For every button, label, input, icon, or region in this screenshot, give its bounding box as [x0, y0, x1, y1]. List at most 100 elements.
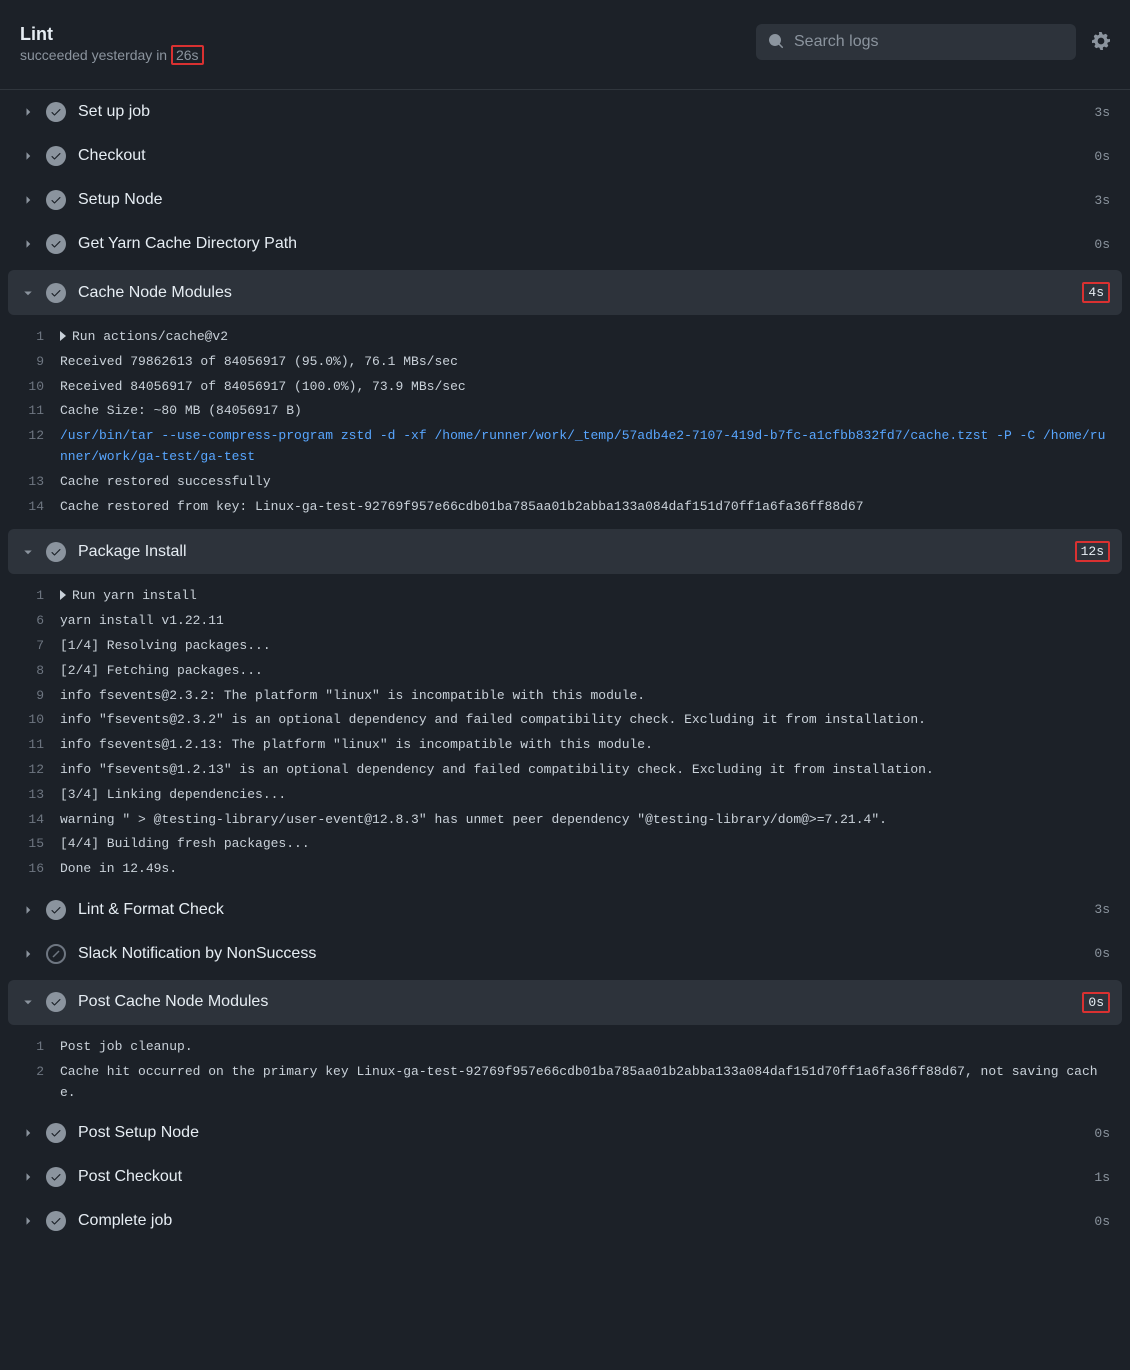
- step-duration: 3s: [1094, 193, 1110, 208]
- log-line-text: Run yarn install: [60, 586, 1130, 607]
- log-line-text: [4/4] Building fresh packages...: [60, 834, 1130, 855]
- chevron-right-icon: [20, 1213, 36, 1229]
- expand-arrow-icon[interactable]: [60, 590, 66, 600]
- log-line-text: Post job cleanup.: [60, 1037, 1130, 1058]
- check-icon: [46, 283, 66, 303]
- log-line: 11info fsevents@1.2.13: The platform "li…: [0, 733, 1130, 758]
- log-line-text: info fsevents@1.2.13: The platform "linu…: [60, 735, 1130, 756]
- log-line-text: warning " > @testing-library/user-event@…: [60, 810, 1130, 831]
- step-header[interactable]: Post Checkout1s: [0, 1155, 1130, 1199]
- log-line: 1Run actions/cache@v2: [0, 325, 1130, 350]
- step-header[interactable]: Lint & Format Check3s: [0, 888, 1130, 932]
- log-line: 1Post job cleanup.: [0, 1035, 1130, 1060]
- check-icon: [46, 900, 66, 920]
- log-line-number: 14: [0, 497, 60, 518]
- log-line-text: info "fsevents@1.2.13" is an optional de…: [60, 760, 1130, 781]
- step-header[interactable]: Cache Node Modules4s: [8, 270, 1122, 315]
- log-line-text: Received 84056917 of 84056917 (100.0%), …: [60, 377, 1130, 398]
- step-title: Post Cache Node Modules: [78, 993, 1082, 1011]
- check-icon: [46, 542, 66, 562]
- job-total-duration: 26s: [171, 45, 204, 65]
- step-row: Get Yarn Cache Directory Path0s: [0, 222, 1130, 266]
- step-header[interactable]: Package Install12s: [8, 529, 1122, 574]
- step-title: Set up job: [78, 103, 1094, 121]
- gear-icon: [1092, 32, 1110, 50]
- log-line-number: 1: [0, 327, 60, 348]
- step-row: Post Checkout1s: [0, 1155, 1130, 1199]
- check-icon: [46, 1211, 66, 1231]
- skipped-icon: [46, 944, 66, 964]
- step-header[interactable]: Slack Notification by NonSuccess0s: [0, 932, 1130, 976]
- settings-button[interactable]: [1092, 32, 1110, 53]
- job-status-line: succeeded yesterday in 26s: [20, 47, 204, 63]
- step-row: Checkout0s: [0, 134, 1130, 178]
- log-line-number: 10: [0, 710, 60, 731]
- chevron-down-icon: [20, 544, 36, 560]
- chevron-right-icon: [20, 1169, 36, 1185]
- search-logs[interactable]: [756, 24, 1076, 60]
- step-log: 1Post job cleanup.2Cache hit occurred on…: [0, 1029, 1130, 1111]
- step-row: Complete job0s: [0, 1199, 1130, 1243]
- chevron-right-icon: [20, 192, 36, 208]
- chevron-down-icon: [20, 994, 36, 1010]
- step-header[interactable]: Set up job3s: [0, 90, 1130, 134]
- expand-arrow-icon[interactable]: [60, 331, 66, 341]
- log-line: 16Done in 12.49s.: [0, 857, 1130, 882]
- log-line: 10Received 84056917 of 84056917 (100.0%)…: [0, 375, 1130, 400]
- step-duration: 1s: [1094, 1170, 1110, 1185]
- step-row: Lint & Format Check3s: [0, 888, 1130, 932]
- log-line: 14warning " > @testing-library/user-even…: [0, 808, 1130, 833]
- log-line-text: [1/4] Resolving packages...: [60, 636, 1130, 657]
- step-title: Slack Notification by NonSuccess: [78, 945, 1094, 963]
- log-line-number: 12: [0, 426, 60, 468]
- log-line-text: Done in 12.49s.: [60, 859, 1130, 880]
- step-header[interactable]: Post Setup Node0s: [0, 1111, 1130, 1155]
- step-header[interactable]: Get Yarn Cache Directory Path0s: [0, 222, 1130, 266]
- step-header[interactable]: Checkout0s: [0, 134, 1130, 178]
- step-title: Cache Node Modules: [78, 284, 1082, 302]
- chevron-right-icon: [20, 902, 36, 918]
- log-line-text: Received 79862613 of 84056917 (95.0%), 7…: [60, 352, 1130, 373]
- step-title: Post Setup Node: [78, 1124, 1094, 1142]
- step-duration: 3s: [1094, 105, 1110, 120]
- step-row: Package Install12s1Run yarn install6yarn…: [0, 529, 1130, 888]
- header-right: [756, 24, 1110, 60]
- step-header[interactable]: Setup Node3s: [0, 178, 1130, 222]
- log-line-number: 6: [0, 611, 60, 632]
- job-title: Lint: [20, 24, 204, 45]
- step-log: 1Run yarn install6yarn install v1.22.117…: [0, 578, 1130, 888]
- job-status-text: succeeded yesterday in: [20, 47, 167, 63]
- step-title: Setup Node: [78, 191, 1094, 209]
- log-line: 9Received 79862613 of 84056917 (95.0%), …: [0, 350, 1130, 375]
- log-line: 12info "fsevents@1.2.13" is an optional …: [0, 758, 1130, 783]
- search-icon: [768, 33, 794, 52]
- log-line: 6yarn install v1.22.11: [0, 609, 1130, 634]
- log-line-number: 9: [0, 686, 60, 707]
- step-row: Slack Notification by NonSuccess0s: [0, 932, 1130, 976]
- log-line-number: 13: [0, 785, 60, 806]
- search-input[interactable]: [794, 33, 1064, 51]
- log-line-text: info fsevents@2.3.2: The platform "linux…: [60, 686, 1130, 707]
- step-duration: 12s: [1075, 541, 1110, 562]
- log-line-number: 14: [0, 810, 60, 831]
- log-line-number: 7: [0, 636, 60, 657]
- log-line: 13[3/4] Linking dependencies...: [0, 783, 1130, 808]
- chevron-right-icon: [20, 104, 36, 120]
- log-line: 11Cache Size: ~80 MB (84056917 B): [0, 399, 1130, 424]
- step-header[interactable]: Complete job0s: [0, 1199, 1130, 1243]
- log-line-number: 13: [0, 472, 60, 493]
- header-left: Lint succeeded yesterday in 26s: [20, 24, 204, 63]
- log-line-text: [3/4] Linking dependencies...: [60, 785, 1130, 806]
- step-row: Set up job3s: [0, 90, 1130, 134]
- step-title: Lint & Format Check: [78, 901, 1094, 919]
- step-title: Get Yarn Cache Directory Path: [78, 235, 1094, 253]
- log-line-text: [2/4] Fetching packages...: [60, 661, 1130, 682]
- log-line-text: yarn install v1.22.11: [60, 611, 1130, 632]
- log-line-number: 1: [0, 1037, 60, 1058]
- step-duration: 0s: [1094, 149, 1110, 164]
- check-icon: [46, 190, 66, 210]
- log-line: 2Cache hit occurred on the primary key L…: [0, 1060, 1130, 1106]
- step-title: Checkout: [78, 147, 1094, 165]
- step-header[interactable]: Post Cache Node Modules0s: [8, 980, 1122, 1025]
- page-header: Lint succeeded yesterday in 26s: [0, 0, 1130, 75]
